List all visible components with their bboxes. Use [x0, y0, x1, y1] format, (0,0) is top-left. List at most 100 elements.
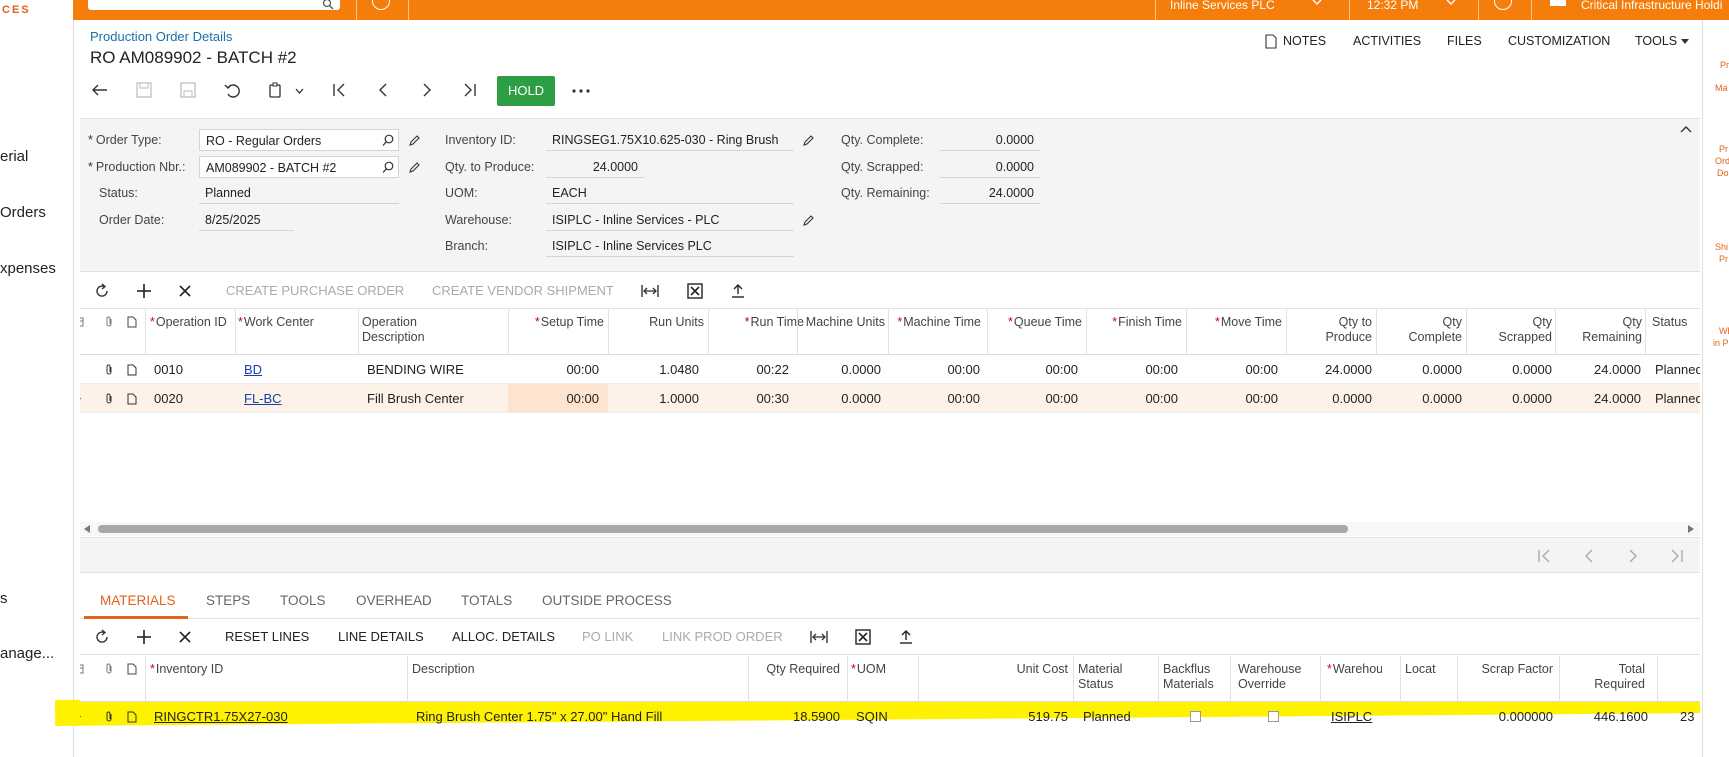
more-icon[interactable]	[572, 89, 590, 93]
cell-work-center-link[interactable]: BD	[244, 362, 262, 377]
company-logo[interactable]: CES	[0, 0, 73, 20]
tools-menu[interactable]: TOOLS	[1635, 34, 1677, 48]
cell-machine-time[interactable]: 00:00	[888, 362, 980, 377]
cell-machine-units[interactable]: 0.0000	[797, 362, 881, 377]
hold-button[interactable]: HOLD	[497, 76, 555, 106]
tab-tools[interactable]: TOOLS	[280, 593, 326, 608]
edit-icon[interactable]	[802, 214, 815, 227]
copy-paste-icon[interactable]	[268, 82, 284, 98]
collapse-icon[interactable]	[1680, 125, 1692, 133]
tenant-name[interactable]: Critical Infrastructure Holdi	[1581, 0, 1722, 11]
cell-run-time[interactable]: 00:22	[708, 362, 789, 377]
col-location[interactable]: Locat	[1405, 662, 1445, 677]
tab-materials[interactable]: MATERIALS	[100, 593, 176, 608]
upload-icon[interactable]	[730, 283, 746, 299]
tab-totals[interactable]: TOTALS	[461, 593, 512, 608]
cell-machine-time[interactable]: 00:00	[888, 391, 980, 406]
cell-machine-units[interactable]: 0.0000	[797, 391, 881, 406]
side-link[interactable]: Pr	[1719, 144, 1728, 154]
cell-queue-time[interactable]: 00:00	[987, 362, 1078, 377]
col-qty-to-produce[interactable]: Qty to Produce	[1320, 315, 1372, 345]
fit-columns-icon[interactable]	[641, 284, 659, 298]
edit-icon[interactable]	[408, 134, 421, 147]
cell-move-time[interactable]: 00:00	[1186, 362, 1278, 377]
col-warehouse[interactable]: *Warehou	[1327, 662, 1382, 677]
row-settings-icon[interactable]	[80, 664, 84, 674]
cell-warehouse-link[interactable]: ISIPLC	[1331, 709, 1372, 724]
cell-scrap-factor[interactable]: 0.000000	[1457, 709, 1553, 724]
next-record-icon[interactable]	[421, 83, 433, 97]
col-setup-time[interactable]: *Setup Time	[508, 315, 604, 330]
scroll-left-icon[interactable]	[84, 525, 90, 533]
col-move-time[interactable]: *Move Time	[1190, 315, 1282, 330]
caret-down-icon[interactable]	[1681, 39, 1689, 44]
attachment-icon[interactable]	[104, 364, 114, 376]
first-record-icon[interactable]	[332, 83, 347, 97]
cell-operation-id[interactable]: 0010	[154, 362, 183, 377]
search-icon[interactable]	[382, 161, 395, 174]
nav-item[interactable]: Orders	[0, 204, 46, 221]
refresh-icon[interactable]	[94, 283, 110, 299]
cell-qty-to-produce[interactable]: 24.0000	[1286, 362, 1372, 377]
nav-item[interactable]: xpenses	[0, 260, 56, 277]
col-uom[interactable]: *UOM	[851, 662, 911, 677]
col-qty-remaining[interactable]: Qty Remaining	[1578, 315, 1642, 345]
cell-operation-id[interactable]: 0020	[154, 391, 183, 406]
activities-button[interactable]: ACTIVITIES	[1353, 34, 1421, 48]
edit-icon[interactable]	[802, 134, 815, 147]
note-icon[interactable]	[127, 364, 137, 376]
col-work-center[interactable]: *Work Center	[238, 315, 338, 330]
help-icon[interactable]	[1494, 0, 1512, 10]
backflush-checkbox[interactable]	[1190, 711, 1201, 722]
col-description[interactable]: Description	[412, 662, 612, 677]
col-inventory-id[interactable]: *Inventory ID	[150, 662, 350, 677]
last-record-icon[interactable]	[462, 83, 477, 97]
back-icon[interactable]	[91, 82, 109, 98]
col-finish-time[interactable]: *Finish Time	[1090, 315, 1182, 330]
col-backflush-materials[interactable]: Backflus Materials	[1163, 662, 1217, 692]
tab-overhead[interactable]: OVERHEAD	[356, 593, 432, 608]
add-icon[interactable]	[136, 629, 152, 645]
table-row[interactable]: RINGCTR1.75X27-030 Ring Brush Center 1.7…	[80, 702, 1700, 731]
order-date-field[interactable]: 8/25/2025	[199, 209, 294, 231]
note-icon[interactable]	[127, 393, 137, 405]
scrollbar-thumb[interactable]	[98, 525, 1348, 533]
cell-finish-time[interactable]: 00:00	[1086, 362, 1178, 377]
side-link[interactable]: Ma	[1715, 83, 1728, 93]
col-run-time[interactable]: *Run Time	[708, 315, 804, 330]
cell-run-time[interactable]: 00:30	[708, 391, 789, 406]
col-unit-cost[interactable]: Unit Cost	[918, 662, 1068, 677]
side-link[interactable]: in P	[1713, 338, 1729, 348]
cell-queue-time[interactable]: 00:00	[987, 391, 1078, 406]
order-type-field[interactable]: RO - Regular Orders	[199, 129, 399, 151]
col-operation-description[interactable]: Operation Description	[362, 315, 472, 345]
col-operation-id[interactable]: *Operation ID	[150, 315, 235, 330]
line-details-button[interactable]: LINE DETAILS	[338, 629, 424, 644]
chevron-down-icon[interactable]	[295, 88, 304, 94]
attachment-icon[interactable]	[104, 711, 114, 723]
col-qty-complete[interactable]: Qty Complete	[1406, 315, 1463, 345]
col-queue-time[interactable]: *Queue Time	[990, 315, 1082, 330]
row-expand-icon[interactable]	[80, 393, 82, 404]
edit-icon[interactable]	[408, 161, 421, 174]
refresh-icon[interactable]	[94, 629, 110, 645]
cell-setup-time[interactable]: 00:00	[508, 362, 599, 377]
row-expand-icon[interactable]	[80, 711, 82, 722]
cell-finish-time[interactable]: 00:00	[1086, 391, 1178, 406]
excel-export-icon[interactable]	[855, 629, 871, 645]
files-button[interactable]: FILES	[1447, 34, 1482, 48]
delete-icon[interactable]	[178, 284, 192, 298]
alloc-details-button[interactable]: ALLOC. DETAILS	[452, 629, 555, 644]
fit-columns-icon[interactable]	[810, 630, 828, 644]
company-selector[interactable]: Inline Services PLC	[1170, 0, 1275, 11]
notes-button[interactable]: NOTES	[1283, 34, 1326, 48]
col-total-required[interactable]: Total Required	[1590, 662, 1645, 692]
side-link[interactable]: Wh	[1719, 326, 1729, 336]
row-settings-icon[interactable]	[80, 317, 84, 327]
reset-lines-button[interactable]: RESET LINES	[225, 629, 309, 644]
cell-description[interactable]: Ring Brush Center 1.75" x 27.00" Hand Fi…	[416, 709, 662, 724]
cell-run-units[interactable]: 1.0480	[608, 362, 699, 377]
col-qty-scrapped[interactable]: Qty Scrapped	[1494, 315, 1552, 345]
search-icon[interactable]	[382, 134, 395, 147]
cell-qty-required[interactable]: 18.5900	[748, 709, 840, 724]
